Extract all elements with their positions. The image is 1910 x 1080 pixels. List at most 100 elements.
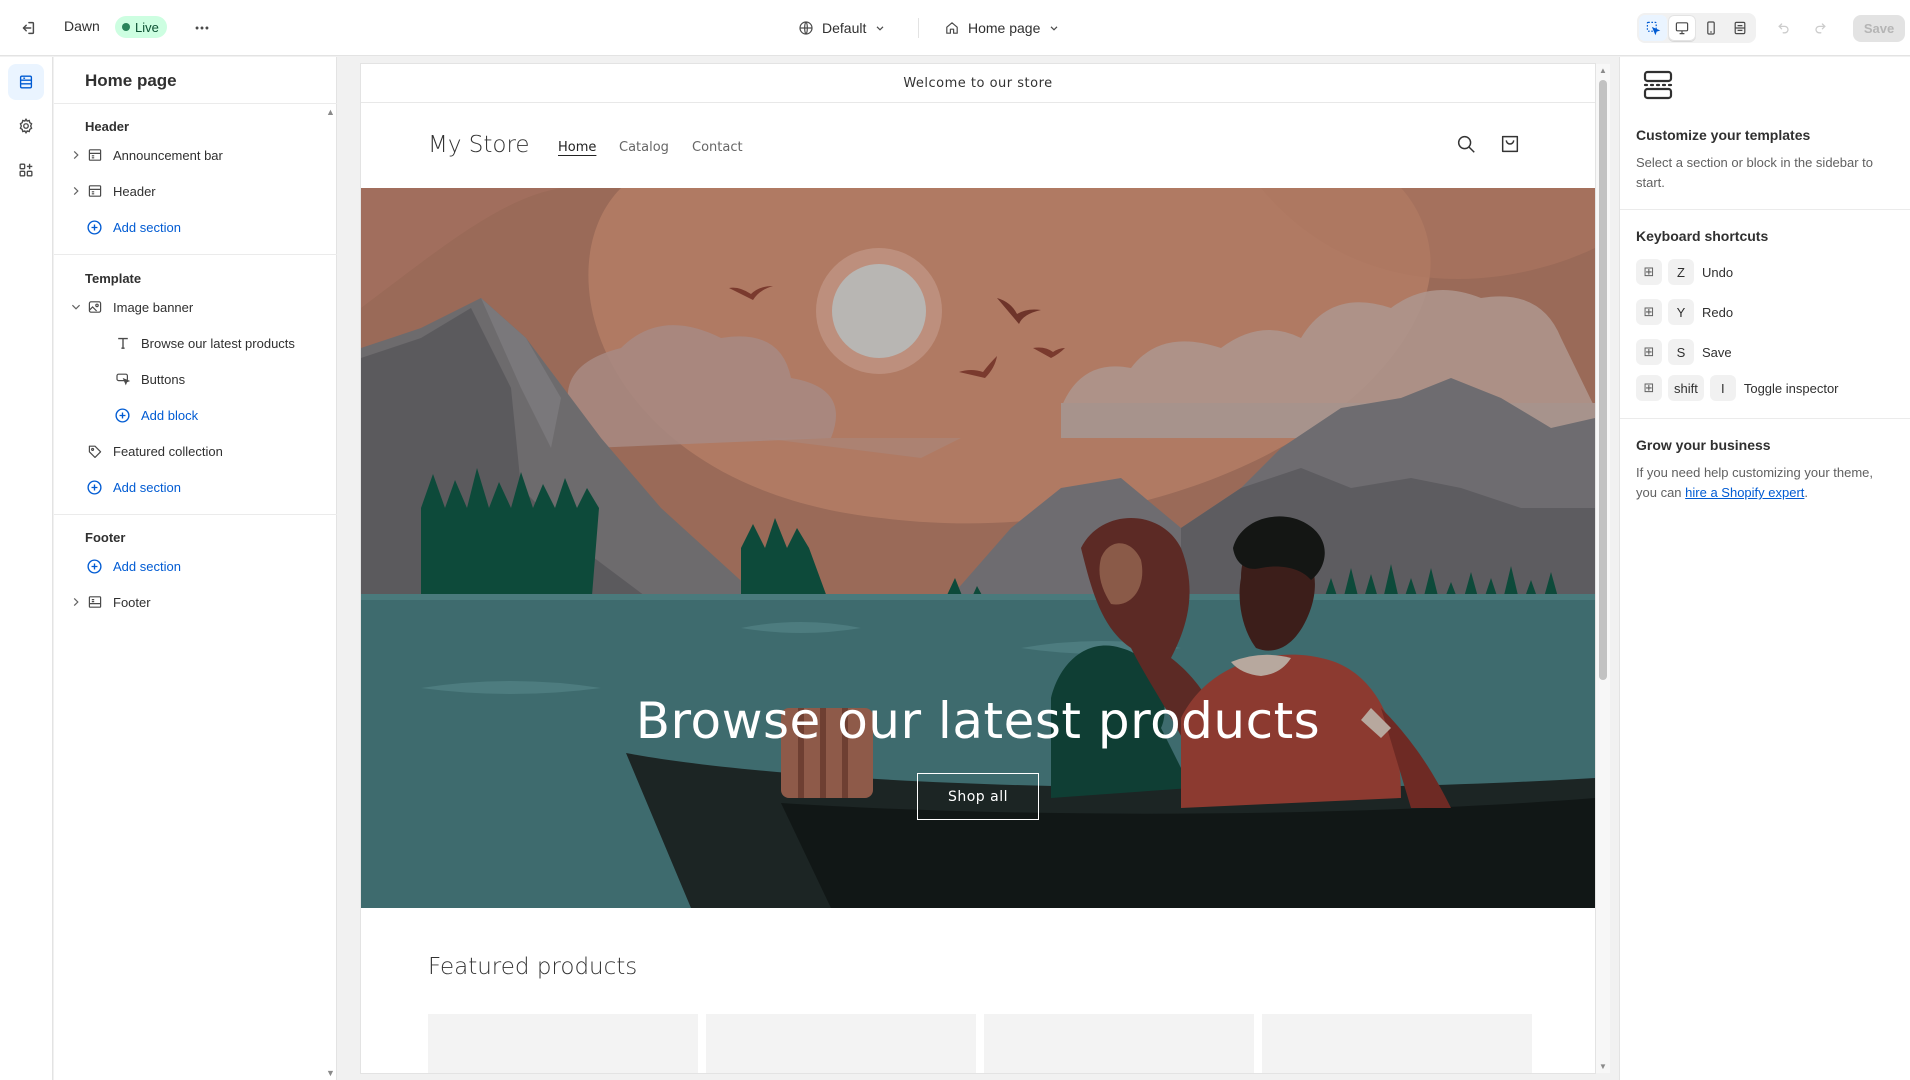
page-selector[interactable]: Home page bbox=[944, 14, 1060, 42]
hire-expert-link[interactable]: hire a Shopify expert bbox=[1685, 485, 1804, 500]
shortcut-save: ⊞ S Save bbox=[1636, 339, 1732, 365]
page-selector-label: Home page bbox=[968, 20, 1041, 36]
inspector-title: Customize your templates bbox=[1636, 127, 1811, 143]
chevron-right-icon bbox=[73, 597, 79, 607]
sidebar-scrollbar[interactable]: ▲ ▼ bbox=[324, 105, 336, 1080]
more-actions-button[interactable] bbox=[188, 14, 216, 42]
shortcut-label: Redo bbox=[1702, 304, 1734, 320]
exit-editor-button[interactable] bbox=[14, 14, 42, 42]
undo-button[interactable] bbox=[1770, 14, 1798, 42]
footer-group-label: Footer bbox=[85, 530, 126, 545]
product-card[interactable] bbox=[984, 1014, 1254, 1073]
sidebar-item-label: Announcement bar bbox=[113, 148, 223, 163]
image-section-icon bbox=[88, 301, 102, 313]
store-logo[interactable]: My Store bbox=[428, 132, 530, 158]
scrollbar-thumb[interactable] bbox=[1599, 80, 1607, 680]
topbar-divider bbox=[918, 18, 919, 38]
sidebar-item-image-banner[interactable]: Image banner bbox=[54, 292, 324, 322]
plus-circle-icon bbox=[115, 408, 130, 423]
add-section-label: Add section bbox=[113, 559, 181, 574]
banner-heading[interactable]: Browse our latest products bbox=[361, 692, 1595, 750]
sidebar-block-heading[interactable]: Browse our latest products bbox=[54, 328, 324, 358]
add-block-button[interactable]: Add block bbox=[54, 400, 324, 430]
add-block-label: Add block bbox=[141, 408, 199, 423]
theme-settings-rail-button[interactable] bbox=[8, 108, 44, 144]
shortcuts-title: Keyboard shortcuts bbox=[1636, 228, 1769, 244]
plus-circle-icon bbox=[87, 559, 102, 574]
desktop-icon bbox=[1675, 22, 1689, 35]
command-key-icon: ⊞ bbox=[1636, 375, 1662, 401]
product-card[interactable] bbox=[706, 1014, 976, 1073]
live-status-badge: Live bbox=[115, 16, 167, 38]
header-group-label: Header bbox=[85, 119, 130, 134]
nav-link-catalog[interactable]: Catalog bbox=[619, 140, 669, 155]
featured-products-title[interactable]: Featured products bbox=[428, 954, 637, 980]
inspector-toggle-button[interactable] bbox=[1639, 15, 1667, 41]
product-card[interactable] bbox=[1262, 1014, 1532, 1073]
market-selector-label: Default bbox=[822, 20, 867, 36]
add-section-footer-button[interactable]: Add section bbox=[54, 551, 324, 581]
sidebar-item-announcement-bar[interactable]: Announcement bar bbox=[54, 140, 324, 170]
sidebar-item-footer[interactable]: Footer bbox=[54, 587, 324, 617]
image-banner[interactable]: Browse our latest products Shop all bbox=[361, 188, 1595, 908]
grow-business-title: Grow your business bbox=[1636, 437, 1771, 453]
shortcut-key: S bbox=[1668, 339, 1694, 365]
store-header[interactable]: My Store Home Catalog Contact bbox=[361, 103, 1595, 188]
globe-icon bbox=[799, 21, 813, 35]
tag-icon bbox=[88, 445, 102, 458]
add-section-header-button[interactable]: Add section bbox=[54, 212, 324, 242]
inspector-panel: Customize your templates Select a sectio… bbox=[1619, 57, 1910, 1080]
command-key-icon: ⊞ bbox=[1636, 259, 1662, 285]
market-selector[interactable]: Default bbox=[798, 14, 886, 42]
nav-link-contact[interactable]: Contact bbox=[692, 140, 743, 155]
chevron-right-icon bbox=[73, 186, 79, 196]
sections-sidebar: Home page Header Announcement bar Header… bbox=[54, 57, 337, 1080]
shortcut-key: Y bbox=[1668, 299, 1694, 325]
apps-rail-button[interactable] bbox=[8, 152, 44, 188]
shortcut-label: Toggle inspector bbox=[1743, 380, 1839, 396]
chevron-down-icon bbox=[71, 304, 81, 310]
top-bar: Dawn Live Default Home page Save bbox=[0, 0, 1910, 56]
theme-name: Dawn bbox=[64, 18, 100, 34]
desktop-view-button[interactable] bbox=[1668, 15, 1696, 41]
shortcut-undo: ⊞ Z Undo bbox=[1636, 259, 1733, 285]
redo-button[interactable] bbox=[1806, 14, 1834, 42]
chevron-down-icon bbox=[1050, 26, 1058, 31]
search-icon[interactable] bbox=[1455, 133, 1477, 155]
shortcut-redo: ⊞ Y Redo bbox=[1636, 299, 1733, 325]
sidebar-item-header[interactable]: Header bbox=[54, 176, 324, 206]
scroll-up-arrow-icon: ▲ bbox=[1599, 66, 1607, 75]
nav-link-home[interactable]: Home bbox=[558, 140, 596, 155]
cart-icon[interactable] bbox=[1499, 133, 1521, 155]
inspector-description: Select a section or block in the sidebar… bbox=[1636, 155, 1874, 190]
add-section-template-button[interactable]: Add section bbox=[54, 472, 324, 502]
announcement-bar[interactable]: Welcome to our store bbox=[361, 64, 1595, 103]
button-block-icon bbox=[116, 373, 131, 386]
shortcut-toggle-inspector: ⊞ shift I Toggle inspector bbox=[1636, 375, 1839, 401]
plus-circle-icon bbox=[87, 480, 102, 495]
product-card[interactable] bbox=[428, 1014, 698, 1073]
undo-icon bbox=[1778, 23, 1789, 34]
template-group-label: Template bbox=[85, 271, 142, 286]
gear-icon bbox=[19, 118, 33, 134]
storefront-preview[interactable]: Welcome to our store My Store Home Catal… bbox=[361, 64, 1595, 1073]
sidebar-item-label: Browse our latest products bbox=[141, 336, 295, 351]
preview-scrollbar[interactable]: ▲ ▼ bbox=[1596, 64, 1610, 1073]
add-section-label: Add section bbox=[113, 480, 181, 495]
chevron-down-icon bbox=[876, 26, 884, 31]
mobile-view-button[interactable] bbox=[1697, 15, 1725, 41]
sidebar-item-label: Buttons bbox=[141, 372, 186, 387]
fullscreen-view-button[interactable] bbox=[1726, 15, 1754, 41]
save-button[interactable]: Save bbox=[1853, 15, 1905, 42]
shop-all-button[interactable]: Shop all bbox=[917, 773, 1039, 820]
sidebar-block-buttons[interactable]: Buttons bbox=[54, 364, 324, 394]
home-icon bbox=[946, 22, 958, 34]
shortcut-key: I bbox=[1709, 375, 1736, 401]
status-dot-icon bbox=[122, 23, 130, 31]
chevron-right-icon bbox=[73, 150, 79, 160]
command-key-icon: ⊞ bbox=[1636, 299, 1662, 325]
view-controls bbox=[1637, 13, 1756, 43]
sidebar-title: Home page bbox=[85, 71, 177, 90]
sidebar-item-featured-collection[interactable]: Featured collection bbox=[54, 436, 324, 466]
sections-rail-button[interactable] bbox=[8, 64, 44, 100]
